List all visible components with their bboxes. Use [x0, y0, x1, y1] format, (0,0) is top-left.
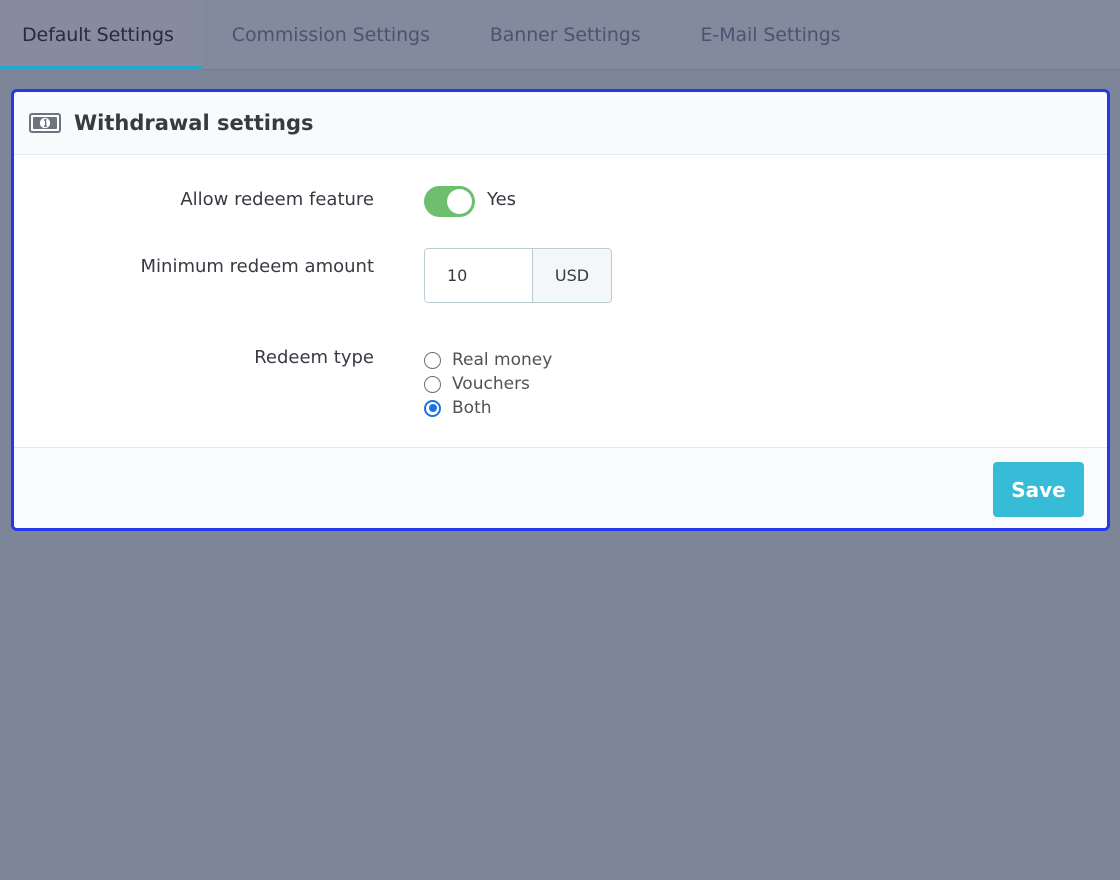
allow-redeem-toggle[interactable]	[424, 186, 475, 217]
redeem-type-label: Redeem type	[254, 347, 374, 368]
radio-both[interactable]: Both	[424, 398, 492, 418]
min-redeem-amount-label: Minimum redeem amount	[140, 256, 375, 277]
panel-footer: Save	[14, 447, 1107, 528]
withdrawal-settings-panel: Withdrawal settings Allow redeem feature…	[11, 89, 1110, 531]
allow-redeem-label: Allow redeem feature	[180, 189, 374, 210]
radio-button[interactable]	[424, 351, 441, 369]
tab-bar: Default Settings Commission Settings Ban…	[0, 0, 1120, 70]
radio-vouchers[interactable]: Vouchers	[424, 374, 530, 394]
tab-commission-settings[interactable]: Commission Settings	[202, 0, 460, 70]
panel-body: Allow redeem feature Yes Minimum redeem …	[14, 155, 1107, 446]
toggle-knob	[447, 189, 472, 214]
radio-label: Both	[452, 398, 492, 418]
radio-real-money[interactable]: Real money	[424, 350, 552, 370]
min-redeem-amount-input[interactable]	[425, 249, 532, 302]
panel-title: Withdrawal settings	[74, 111, 314, 135]
tab-default-settings[interactable]: Default Settings	[0, 0, 202, 70]
currency-addon: USD	[532, 249, 611, 302]
money-icon	[29, 113, 61, 133]
save-button[interactable]: Save	[993, 462, 1084, 517]
radio-label: Real money	[452, 350, 553, 370]
allow-redeem-value: Yes	[487, 189, 517, 210]
tab-email-settings[interactable]: E-Mail Settings	[671, 0, 871, 70]
radio-button[interactable]	[424, 375, 441, 393]
panel-header: Withdrawal settings	[14, 92, 1107, 155]
tab-banner-settings[interactable]: Banner Settings	[460, 0, 671, 70]
min-redeem-amount-group: USD	[424, 248, 612, 303]
radio-label: Vouchers	[452, 374, 530, 394]
radio-button-checked[interactable]	[424, 399, 441, 417]
